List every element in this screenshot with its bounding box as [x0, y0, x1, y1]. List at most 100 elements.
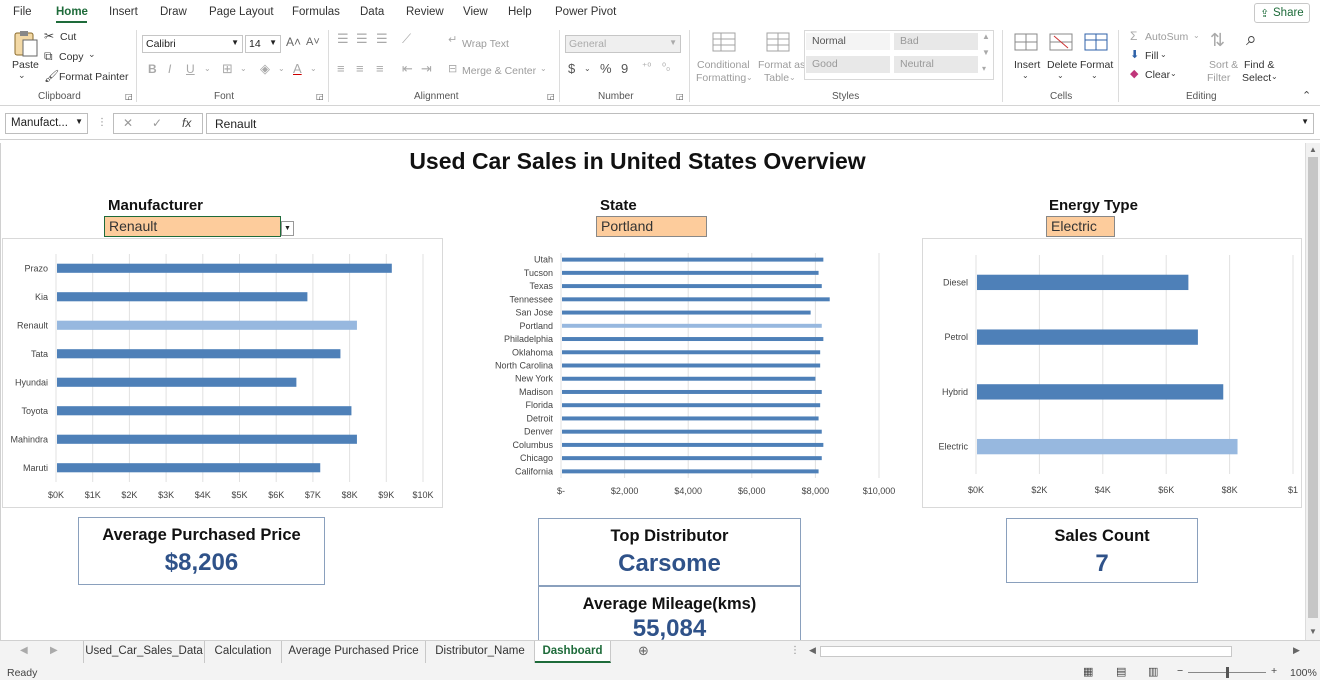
format-as-table-button[interactable] [766, 32, 790, 54]
sort-filter-icon[interactable]: ⇅ [1210, 30, 1225, 51]
number-launcher-icon[interactable]: ◲ [676, 92, 684, 101]
styles-more-icon[interactable]: ▾ [982, 64, 986, 73]
tab-average-purchased-price[interactable]: Average Purchased Price [282, 641, 426, 663]
tab-dashboard[interactable]: Dashboard [535, 641, 611, 663]
cancel-icon[interactable]: ✕ [123, 116, 133, 130]
tab-scroll-left-icon[interactable]: ◀ [20, 645, 28, 656]
state-cell[interactable]: Portland [596, 216, 707, 237]
manufacturer-cell[interactable]: Renault [104, 216, 281, 237]
menu-view[interactable]: View [463, 6, 488, 18]
find-select-icon[interactable]: ⌕ [1246, 29, 1257, 51]
enter-icon[interactable]: ✓ [152, 116, 162, 130]
page-layout-view-icon[interactable]: ▤ [1116, 665, 1126, 678]
orientation-icon[interactable]: ⟋ [402, 31, 411, 47]
increase-font-size-icon[interactable]: A˄ [286, 35, 301, 49]
collapse-ribbon-icon[interactable]: ⌃ [1302, 89, 1311, 102]
decrease-font-size-icon[interactable]: A˅ [306, 36, 320, 48]
align-right-icon[interactable]: ≡ [376, 61, 384, 76]
decrease-decimal-icon[interactable]: ⁰₀ [662, 62, 670, 73]
state-chart[interactable]: $- $2,000 $4,000 $6,000 $8,000 $10,000 Utah Tuc… [470, 238, 910, 508]
styles-scroll-up-icon[interactable]: ▲ [982, 32, 990, 41]
horizontal-scroll-thumb[interactable] [820, 646, 1232, 657]
menu-review[interactable]: Review [406, 6, 444, 18]
zoom-slider-thumb[interactable] [1226, 667, 1229, 678]
font-color-icon[interactable]: A [293, 61, 302, 76]
font-name-select[interactable]: Calibri ▼ [142, 35, 243, 53]
menu-home[interactable]: Home [56, 6, 88, 18]
number-format-select[interactable]: General ▼ [565, 35, 681, 53]
tab-scroll-right-icon[interactable]: ▶ [50, 645, 58, 656]
decrease-indent-icon[interactable]: ⇤ [402, 61, 413, 77]
borders-dropdown-icon[interactable]: ⌄ [240, 64, 247, 73]
styles-scroll-down-icon[interactable]: ▼ [982, 48, 990, 57]
delete-cells-button[interactable] [1048, 30, 1074, 54]
add-sheet-icon[interactable]: ⊕ [638, 643, 649, 659]
menu-power-pivot[interactable]: Power Pivot [555, 6, 616, 18]
hscroll-right-icon[interactable]: ▶ [1293, 645, 1300, 656]
menu-data[interactable]: Data [360, 6, 384, 18]
clear-button[interactable]: Clear [1145, 69, 1170, 81]
scroll-up-icon[interactable]: ▲ [1309, 145, 1317, 154]
wrap-text-button[interactable]: Wrap Text [462, 38, 509, 50]
autosum-button[interactable]: AutoSum [1145, 31, 1188, 43]
underline-dropdown-icon[interactable]: ⌄ [204, 64, 211, 73]
comma-style-icon[interactable]: 9 [621, 61, 628, 76]
align-middle-icon[interactable]: ☰ [356, 31, 368, 47]
bold-icon[interactable]: B [148, 62, 157, 76]
insert-function-icon[interactable]: fx [182, 116, 191, 130]
normal-view-icon[interactable]: ▦ [1083, 665, 1093, 678]
style-good[interactable]: Good [806, 56, 890, 73]
percent-icon[interactable]: % [600, 61, 612, 76]
manufacturer-dropdown-icon[interactable]: ▼ [281, 221, 294, 236]
energy-type-cell[interactable]: Electric [1046, 216, 1115, 237]
align-left-icon[interactable]: ≡ [337, 61, 345, 76]
style-neutral[interactable]: Neutral [894, 56, 978, 73]
format-painter-button[interactable]: Format Painter [59, 71, 128, 83]
increase-indent-icon[interactable]: ⇥ [421, 61, 432, 77]
align-bottom-icon[interactable]: ☰ [376, 31, 388, 47]
style-normal[interactable]: Normal [806, 33, 890, 50]
borders-icon[interactable]: ⊞ [222, 61, 233, 77]
clipboard-launcher-icon[interactable]: ◲ [125, 92, 133, 101]
align-center-icon[interactable]: ≡ [356, 61, 364, 76]
name-box[interactable]: Manufact... ▼ [5, 113, 88, 134]
align-top-icon[interactable]: ☰ [337, 31, 349, 47]
menu-insert[interactable]: Insert [109, 6, 138, 18]
more-options-icon[interactable]: ⋮ [97, 117, 107, 128]
paste-dropdown-icon[interactable]: ⌄ [18, 70, 26, 81]
menu-formulas[interactable]: Formulas [292, 6, 340, 18]
copy-dropdown-icon[interactable]: ⌄ [88, 49, 96, 60]
zoom-in-icon[interactable]: + [1271, 665, 1277, 677]
font-launcher-icon[interactable]: ◲ [316, 92, 324, 101]
menu-help[interactable]: Help [508, 6, 532, 18]
fill-button[interactable]: Fill [1145, 50, 1158, 62]
tab-split-handle-icon[interactable]: ⋮ [790, 645, 800, 656]
format-cells-button[interactable] [1083, 30, 1109, 54]
fill-color-dropdown-icon[interactable]: ⌄ [278, 64, 285, 73]
currency-icon[interactable]: $ [568, 61, 575, 76]
vertical-scrollbar[interactable]: ▲ ▼ [1305, 143, 1320, 640]
tab-distributor-name[interactable]: Distributor_Name [426, 641, 535, 663]
zoom-out-icon[interactable]: − [1177, 665, 1183, 677]
font-color-dropdown-icon[interactable]: ⌄ [310, 64, 317, 73]
energy-type-chart[interactable]: $0K $2K $4K $6K $8K $1 Diesel Petrol Hybrid Elect… [922, 238, 1302, 508]
manufacturer-chart[interactable]: $0K $1K $2K $3K $4K $5K $6K $7K $8K $9K $10K Prazo K… [2, 238, 443, 508]
vertical-scroll-thumb[interactable] [1308, 157, 1318, 618]
tab-calculation[interactable]: Calculation [205, 641, 282, 663]
alignment-launcher-icon[interactable]: ◲ [547, 92, 555, 101]
tab-used-car-sales-data[interactable]: Used_Car_Sales_Data [83, 641, 205, 663]
formula-input[interactable]: Renault ▼ [206, 113, 1314, 134]
currency-dropdown-icon[interactable]: ⌄ [584, 64, 591, 73]
fill-color-icon[interactable]: ◈ [260, 61, 270, 77]
underline-icon[interactable]: U [186, 62, 195, 76]
conditional-formatting-button[interactable] [712, 32, 736, 54]
copy-button[interactable]: Copy [59, 51, 84, 63]
cut-button[interactable]: Cut [60, 31, 76, 43]
scroll-down-icon[interactable]: ▼ [1309, 627, 1317, 636]
paste-button[interactable] [10, 30, 40, 58]
hscroll-left-icon[interactable]: ◀ [809, 645, 816, 656]
style-bad[interactable]: Bad [894, 33, 978, 50]
increase-decimal-icon[interactable]: ⁺⁰ [642, 62, 651, 73]
menu-file[interactable]: File [13, 6, 32, 18]
menu-draw[interactable]: Draw [160, 6, 187, 18]
